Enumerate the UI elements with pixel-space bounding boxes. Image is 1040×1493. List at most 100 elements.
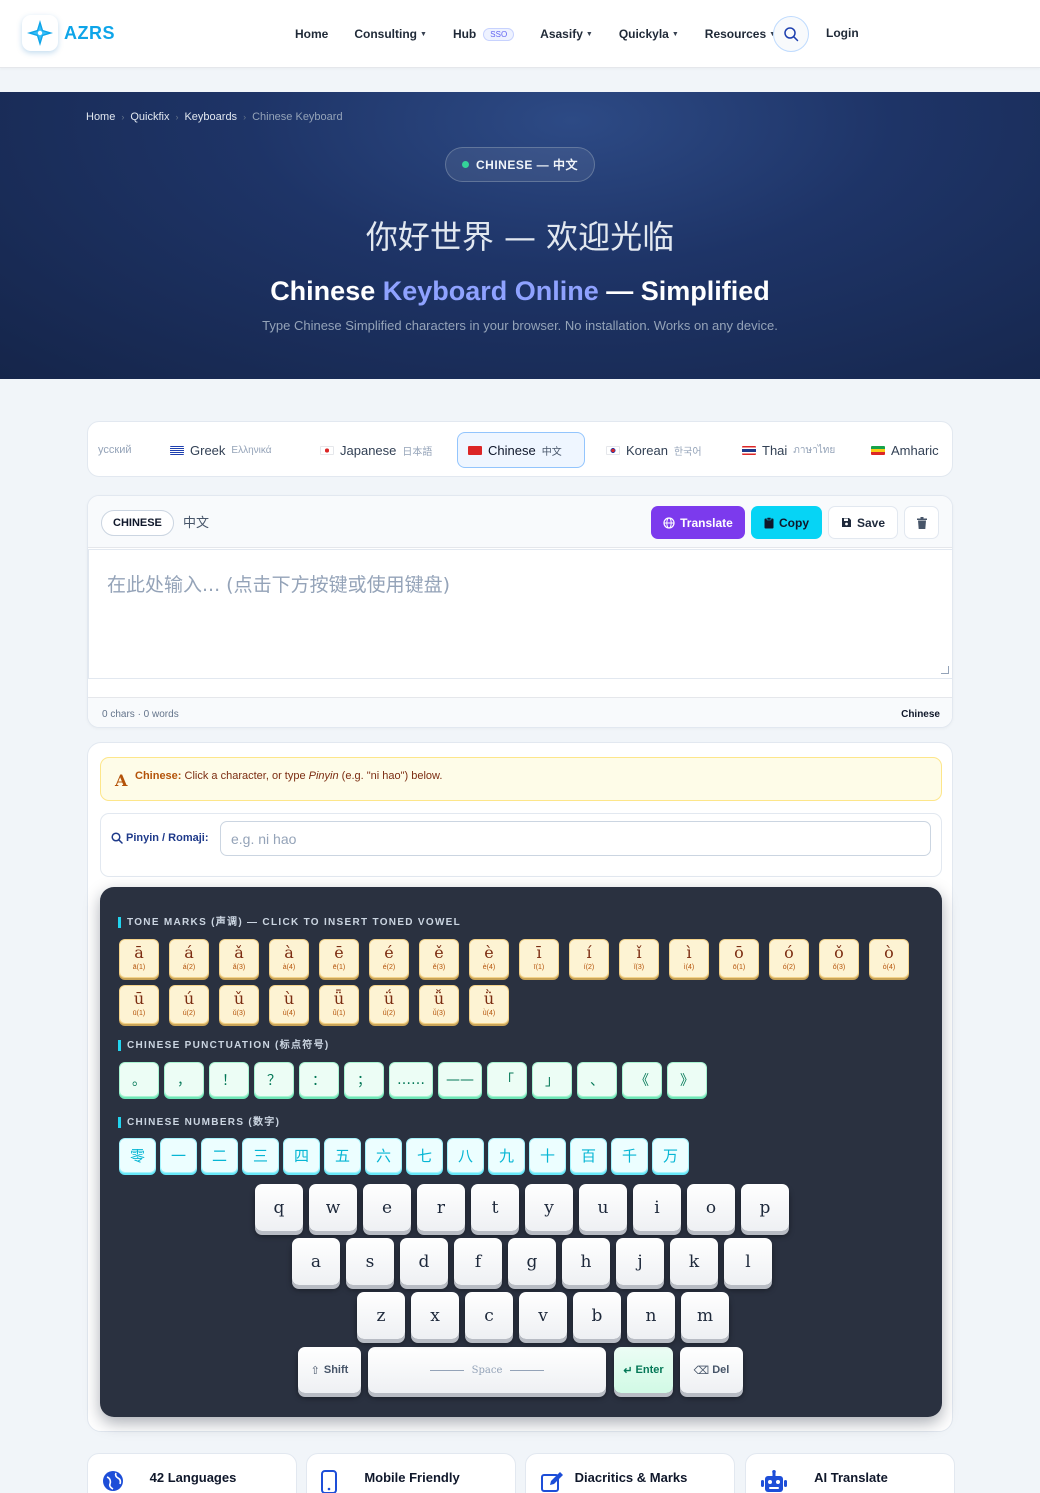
punctuation-key[interactable]: ：	[299, 1062, 339, 1097]
shift-key[interactable]: ⇧ Shift	[298, 1347, 361, 1393]
punctuation-key[interactable]: 、	[577, 1062, 617, 1097]
letter-key-j[interactable]: j	[616, 1238, 664, 1285]
tone-key[interactable]: ú ú(2)	[169, 985, 209, 1024]
punctuation-key[interactable]: 。	[119, 1062, 159, 1097]
tone-key[interactable]: à à(4)	[269, 939, 309, 978]
nav-quickyla[interactable]: Quickyla ▼	[619, 27, 679, 41]
letter-key-i[interactable]: i	[633, 1184, 681, 1231]
pinyin-input[interactable]: e.g. ni hao	[220, 821, 931, 856]
number-key[interactable]: 三	[242, 1138, 279, 1173]
tone-key[interactable]: è è(4)	[469, 939, 509, 978]
number-key[interactable]: 四	[283, 1138, 320, 1173]
tone-key[interactable]: ǔ ǔ(3)	[219, 985, 259, 1024]
letter-key-n[interactable]: n	[627, 1292, 675, 1339]
tone-key[interactable]: ǒ ǒ(3)	[819, 939, 859, 978]
tone-key[interactable]: ò ò(4)	[869, 939, 909, 978]
tone-key[interactable]: ó ó(2)	[769, 939, 809, 978]
tone-key[interactable]: ā ā(1)	[119, 939, 159, 978]
tone-key[interactable]: í í(2)	[569, 939, 609, 978]
number-key[interactable]: 七	[406, 1138, 443, 1173]
tab-russian[interactable]: усский	[88, 432, 141, 468]
delete-key[interactable]: ⌫ Del	[680, 1347, 743, 1393]
letter-key-f[interactable]: f	[454, 1238, 502, 1285]
tone-key[interactable]: ǜ ǜ(4)	[469, 985, 509, 1024]
breadcrumb-home[interactable]: Home	[86, 111, 115, 123]
letter-key-t[interactable]: t	[471, 1184, 519, 1231]
number-key[interactable]: 万	[652, 1138, 689, 1173]
number-key[interactable]: 十	[529, 1138, 566, 1173]
letter-key-a[interactable]: a	[292, 1238, 340, 1285]
punctuation-key[interactable]: ！	[209, 1062, 249, 1097]
letter-key-e[interactable]: e	[363, 1184, 411, 1231]
letter-key-w[interactable]: w	[309, 1184, 357, 1231]
tone-key[interactable]: á á(2)	[169, 939, 209, 978]
punctuation-key[interactable]: 「	[487, 1062, 527, 1097]
tone-key[interactable]: ù ù(4)	[269, 985, 309, 1024]
punctuation-key[interactable]: ？	[254, 1062, 294, 1097]
punctuation-key[interactable]: ；	[344, 1062, 384, 1097]
letter-key-g[interactable]: g	[508, 1238, 556, 1285]
punctuation-key[interactable]: 」	[532, 1062, 572, 1097]
tone-key[interactable]: ǚ ǚ(3)	[419, 985, 459, 1024]
tab-thai[interactable]: Thai ภาษาไทย	[732, 432, 845, 468]
brand-logo[interactable]: AZRS	[22, 15, 115, 51]
letter-key-k[interactable]: k	[670, 1238, 718, 1285]
letter-key-b[interactable]: b	[573, 1292, 621, 1339]
letter-key-d[interactable]: d	[400, 1238, 448, 1285]
punctuation-key[interactable]: ——	[438, 1062, 482, 1097]
tone-key[interactable]: ǖ ǖ(1)	[319, 985, 359, 1024]
space-key[interactable]: Space	[368, 1347, 606, 1393]
tone-key[interactable]: ē ē(1)	[319, 939, 359, 978]
punctuation-key[interactable]: ，	[164, 1062, 204, 1097]
tone-key[interactable]: ǎ ǎ(3)	[219, 939, 259, 978]
number-key[interactable]: 零	[119, 1138, 156, 1173]
letter-key-s[interactable]: s	[346, 1238, 394, 1285]
nav-asasify[interactable]: Asasify ▼	[540, 27, 593, 41]
search-button[interactable]	[773, 16, 809, 52]
enter-key[interactable]: ↵ Enter	[614, 1347, 673, 1393]
letter-key-r[interactable]: r	[417, 1184, 465, 1231]
letter-key-o[interactable]: o	[687, 1184, 735, 1231]
letter-key-m[interactable]: m	[681, 1292, 729, 1339]
number-key[interactable]: 六	[365, 1138, 402, 1173]
translate-button[interactable]: Translate	[651, 506, 745, 539]
letter-key-q[interactable]: q	[255, 1184, 303, 1231]
copy-button[interactable]: Copy	[751, 506, 822, 539]
punctuation-key[interactable]: 》	[667, 1062, 707, 1097]
number-key[interactable]: 一	[160, 1138, 197, 1173]
nav-home[interactable]: Home	[295, 27, 328, 41]
tone-key[interactable]: ō ō(1)	[719, 939, 759, 978]
letter-key-p[interactable]: p	[741, 1184, 789, 1231]
number-key[interactable]: 百	[570, 1138, 607, 1173]
number-key[interactable]: 八	[447, 1138, 484, 1173]
letter-key-c[interactable]: c	[465, 1292, 513, 1339]
login-link[interactable]: Login	[826, 26, 859, 40]
letter-key-l[interactable]: l	[724, 1238, 772, 1285]
number-key[interactable]: 二	[201, 1138, 238, 1173]
letter-key-y[interactable]: y	[525, 1184, 573, 1231]
nav-consulting[interactable]: Consulting ▼	[354, 27, 427, 41]
text-input-area[interactable]: 在此处输入... (点击下方按键或使用键盘)	[88, 549, 952, 679]
breadcrumb-quickfix[interactable]: Quickfix	[130, 111, 169, 123]
tone-key[interactable]: ī ī(1)	[519, 939, 559, 978]
tone-key[interactable]: ì ì(4)	[669, 939, 709, 978]
nav-resources[interactable]: Resources▼	[705, 27, 776, 41]
letter-key-z[interactable]: z	[357, 1292, 405, 1339]
number-key[interactable]: 五	[324, 1138, 361, 1173]
punctuation-key[interactable]: 《	[622, 1062, 662, 1097]
letter-key-h[interactable]: h	[562, 1238, 610, 1285]
save-button[interactable]: Save	[828, 506, 898, 539]
tone-key[interactable]: ǘ ǘ(2)	[369, 985, 409, 1024]
nav-hub[interactable]: Hub SSO	[453, 27, 515, 41]
number-key[interactable]: 九	[488, 1138, 525, 1173]
tab-korean[interactable]: Korean 한국어	[596, 432, 712, 468]
breadcrumb-keyboards[interactable]: Keyboards	[184, 111, 237, 123]
tab-chinese[interactable]: Chinese 中文	[457, 432, 585, 468]
clear-button[interactable]	[904, 506, 939, 539]
punctuation-key[interactable]: ……	[389, 1062, 433, 1097]
resize-grip-icon[interactable]	[941, 666, 949, 674]
letter-key-x[interactable]: x	[411, 1292, 459, 1339]
tone-key[interactable]: ě ě(3)	[419, 939, 459, 978]
tab-amharic[interactable]: Amharic	[861, 432, 949, 468]
tone-key[interactable]: ū ū(1)	[119, 985, 159, 1024]
